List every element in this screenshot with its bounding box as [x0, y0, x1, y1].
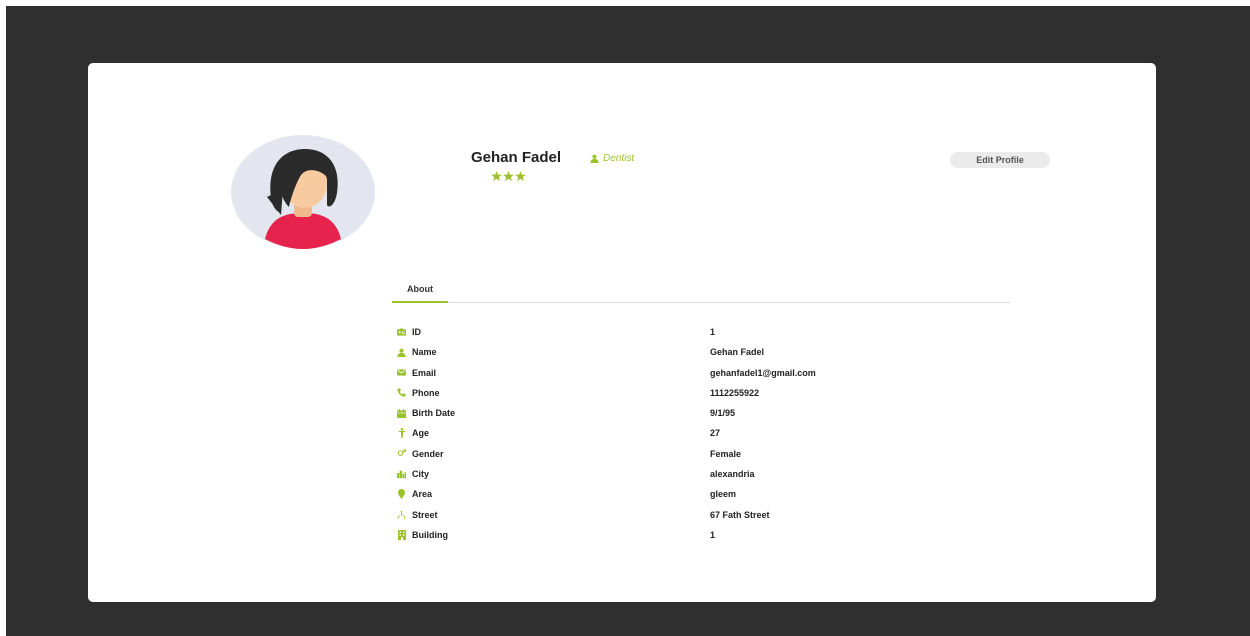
detail-value: Gehan Fadel — [710, 347, 765, 358]
profile-tabs: About — [392, 280, 1010, 303]
detail-value: 9/1/95 — [710, 408, 736, 419]
profile-name: Gehan Fadel — [471, 149, 562, 166]
detail-label: Building — [412, 529, 448, 540]
profile-role: Dentist — [590, 153, 634, 164]
detail-value: 1 — [710, 529, 716, 540]
detail-row-birth-date: Birth Date 9/1/95 — [397, 408, 997, 428]
detail-value: alexandria — [710, 469, 755, 480]
map-pin-icon — [397, 489, 406, 500]
detail-row-area: Area gleem — [397, 489, 997, 509]
detail-row-name: Name Gehan Fadel — [397, 347, 997, 367]
detail-label: Phone — [412, 387, 440, 398]
edit-profile-button[interactable]: Edit Profile — [950, 152, 1050, 168]
profile-role-label: Dentist — [603, 153, 635, 164]
city-icon — [397, 470, 406, 479]
avatar — [231, 135, 375, 249]
detail-label: Birth Date — [412, 408, 456, 419]
venus-icon — [397, 449, 406, 458]
page-backdrop: Gehan Fadel Dentist Edit Profile About I… — [6, 6, 1250, 636]
detail-label: Area — [412, 489, 433, 500]
detail-value: gehanfadel1@gmail.com — [710, 367, 816, 378]
child-icon — [397, 428, 406, 439]
detail-label: ID — [412, 327, 421, 337]
detail-row-building: Building 1 — [397, 529, 997, 550]
detail-row-email: Email gehanfadel1@gmail.com — [397, 368, 997, 388]
star-icon — [491, 171, 502, 181]
tab-about[interactable]: About — [392, 280, 448, 303]
detail-row-street: Street 67 Fath Street — [397, 510, 997, 530]
about-details: ID 1 Name Gehan Fadel Email gehanfadel1@… — [397, 327, 997, 550]
detail-row-gender: Gender Female — [397, 449, 997, 469]
detail-row-city: City alexandria — [397, 469, 997, 489]
profile-card: Gehan Fadel Dentist Edit Profile About I… — [88, 63, 1156, 602]
detail-value: 1 — [710, 327, 716, 337]
detail-label: Name — [412, 347, 437, 358]
envelope-icon — [397, 368, 406, 377]
rating-stars — [491, 171, 526, 181]
star-icon — [503, 171, 514, 181]
phone-icon — [397, 388, 406, 398]
road-icon — [397, 510, 406, 519]
detail-value: gleem — [710, 489, 737, 500]
building-icon — [397, 529, 406, 540]
detail-value: 27 — [710, 428, 721, 439]
detail-row-phone: Phone 1112255922 — [397, 388, 997, 408]
star-icon — [515, 171, 526, 181]
detail-label: Email — [412, 367, 437, 378]
detail-label: Street — [412, 509, 438, 520]
id-card-icon — [397, 328, 406, 337]
detail-value: 67 Fath Street — [710, 509, 770, 520]
user-icon — [590, 154, 599, 163]
detail-label: Age — [412, 428, 430, 439]
user-icon — [397, 348, 406, 357]
detail-row-age: Age 27 — [397, 428, 997, 448]
detail-label: Gender — [412, 448, 444, 459]
calendar-icon — [397, 408, 406, 418]
detail-value: 1112255922 — [710, 387, 760, 398]
detail-row-id: ID 1 — [397, 327, 997, 347]
detail-value: Female — [710, 448, 742, 459]
detail-label: City — [412, 469, 430, 480]
